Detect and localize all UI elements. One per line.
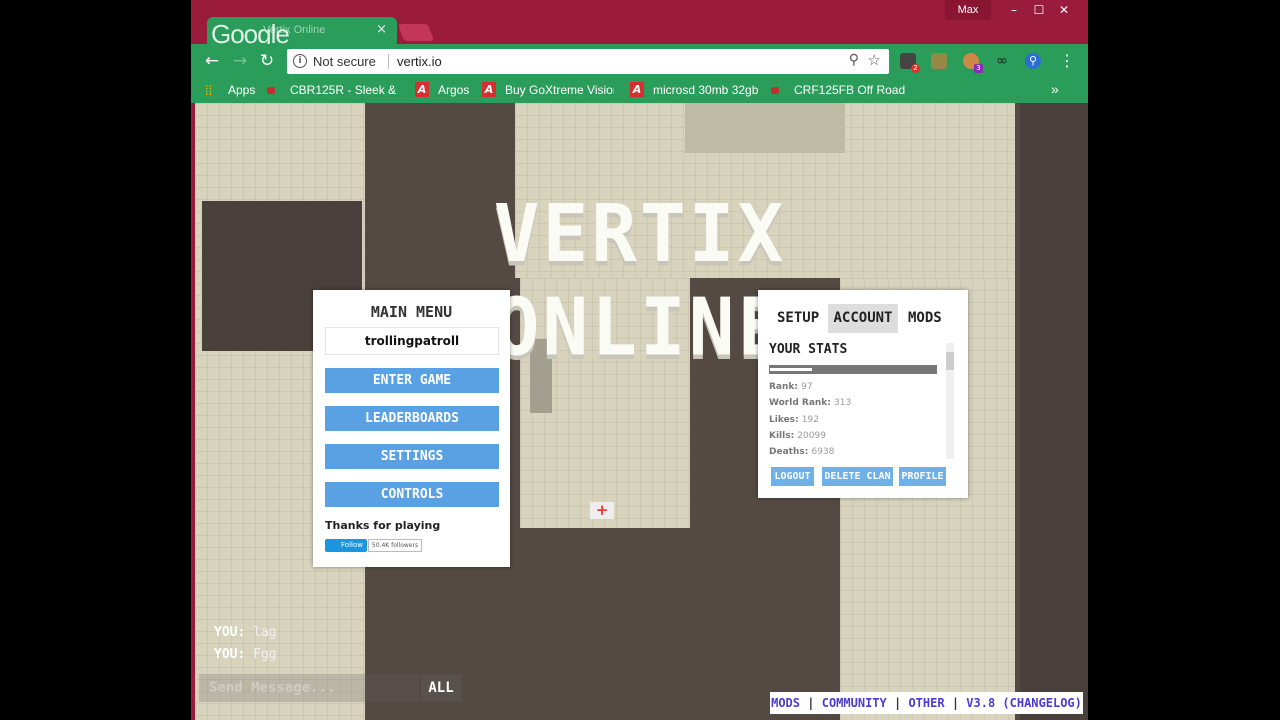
other-link[interactable]: OTHER: [908, 696, 944, 710]
forward-arrow-icon[interactable]: →: [229, 50, 251, 72]
controls-button[interactable]: CONTROLS: [325, 482, 499, 507]
profile-user-button[interactable]: Max: [945, 0, 991, 20]
stats-scrollbar[interactable]: [946, 343, 954, 459]
search-extension-icon[interactable]: ⚲: [1025, 53, 1041, 69]
bookmarks-overflow-button[interactable]: »: [1051, 81, 1059, 97]
bookmark-goxtreme[interactable]: Buy GoXtreme Vision: [505, 83, 614, 97]
address-bar[interactable]: i Not secure vertix.io ⚲ ☆: [287, 49, 889, 74]
stat-likes: Likes: 192: [769, 415, 819, 425]
bookmarks-bar: ⁞⁞ Apps CBR125R - Sleek & S A Argos A Bu…: [191, 78, 1088, 103]
close-window-button[interactable]: ✕: [1049, 0, 1079, 20]
mask-extension-icon[interactable]: ∞: [994, 53, 1010, 69]
search-icon[interactable]: ⚲: [849, 52, 859, 68]
followers-count: 50.4K followers: [368, 539, 422, 552]
info-icon[interactable]: i: [293, 54, 307, 68]
nickname-input[interactable]: trollingpatroll: [325, 327, 499, 355]
chat-message: YOU: lag: [214, 625, 277, 640]
level-progress-bar: [769, 365, 937, 374]
extension-icon[interactable]: 3: [963, 53, 983, 73]
apps-grid-icon[interactable]: ⁞⁞: [205, 83, 212, 98]
leaderboards-button[interactable]: LEADERBOARDS: [325, 406, 499, 431]
game-canvas[interactable]: + VERTIX ONLINE MAIN MENU trollingpatrol…: [195, 103, 1088, 720]
mods-link[interactable]: MODS: [771, 696, 800, 710]
chat-input[interactable]: Send Message...: [199, 674, 419, 702]
new-tab-button[interactable]: [397, 24, 435, 41]
bookmark-apps[interactable]: Apps: [228, 83, 255, 97]
back-arrow-icon[interactable]: ←: [201, 50, 223, 72]
logout-button[interactable]: LOGOUT: [771, 467, 814, 486]
bookmark-star-icon[interactable]: ☆: [868, 51, 881, 69]
community-link[interactable]: COMMUNITY: [822, 696, 887, 710]
tab-setup[interactable]: SETUP: [777, 310, 819, 326]
stat-world-rank: World Rank: 313: [769, 398, 852, 408]
stat-rank: Rank: 97: [769, 382, 813, 392]
tab-mods[interactable]: MODS: [908, 310, 942, 326]
chat-channel-button[interactable]: ALL: [421, 674, 461, 702]
delete-clan-button[interactable]: DELETE CLAN: [822, 467, 893, 486]
tab-title: Vertix Online: [263, 24, 326, 36]
extension-icon[interactable]: 2: [900, 53, 920, 73]
map-shadow: [685, 103, 845, 153]
profile-button[interactable]: PROFILE: [899, 467, 946, 486]
settings-button[interactable]: SETTINGS: [325, 444, 499, 469]
omnibox-divider: [388, 54, 389, 69]
extension-badge: 3: [974, 64, 983, 73]
browser-window: Google Vertix Online × Max – ☐ ✕ ← → ↻ i…: [191, 0, 1088, 720]
stats-heading: YOUR STATS: [769, 342, 848, 357]
bookmark-favicon: [771, 87, 779, 94]
bookmark-microsd[interactable]: microsd 30mb 32gb: [653, 83, 758, 97]
footer-links: MODS | COMMUNITY | OTHER | V3.8 (CHANGEL…: [770, 692, 1083, 714]
argos-icon: A: [415, 82, 429, 97]
tab-account[interactable]: ACCOUNT: [828, 304, 898, 333]
menu-dots-icon[interactable]: ⋮: [1059, 51, 1075, 70]
account-panel: SETUP ACCOUNT MODS YOUR STATS Rank: 97 W…: [758, 290, 968, 498]
stat-kills: Kills: 20099: [769, 431, 826, 441]
title-bar: Google Vertix Online × Max – ☐ ✕: [191, 0, 1088, 49]
level-progress-fill: [770, 368, 812, 371]
health-pickup-icon: +: [590, 502, 614, 519]
bookmark-crf125fb[interactable]: CRF125FB Off Road -: [794, 83, 907, 97]
bookmark-argos[interactable]: Argos: [438, 83, 469, 97]
browser-toolbar: ← → ↻ i Not secure vertix.io ⚲ ☆ 2 3 ∞ ⚲…: [191, 44, 1088, 78]
bookmark-favicon: [267, 87, 275, 94]
enter-game-button[interactable]: ENTER GAME: [325, 368, 499, 393]
extension-badge: 2: [911, 64, 920, 73]
twitter-follow-label: Follow: [341, 541, 363, 549]
url-text[interactable]: vertix.io: [397, 54, 442, 69]
security-status[interactable]: Not secure: [313, 54, 376, 69]
twitter-follow-button[interactable]: Follow: [325, 539, 367, 552]
argos-icon: A: [630, 82, 644, 97]
chat-message: YOU: Fgg: [214, 647, 277, 662]
bookmark-cbr125r[interactable]: CBR125R - Sleek & S: [290, 83, 399, 97]
extension-icon[interactable]: [931, 53, 947, 69]
scrollbar-thumb[interactable]: [946, 352, 954, 370]
main-menu-panel: MAIN MENU trollingpatroll ENTER GAME LEA…: [313, 290, 510, 567]
thanks-text: Thanks for playing: [325, 519, 441, 532]
changelog-link[interactable]: V3.8 (CHANGELOG): [966, 696, 1082, 710]
map-wall: [1020, 103, 1088, 720]
browser-tab[interactable]: Google Vertix Online ×: [207, 17, 397, 49]
reload-icon[interactable]: ↻: [256, 50, 278, 72]
tab-close-icon[interactable]: ×: [376, 22, 387, 37]
stat-deaths: Deaths: 6938: [769, 447, 835, 457]
main-menu-heading: MAIN MENU: [370, 303, 453, 321]
argos-icon: A: [482, 82, 496, 97]
